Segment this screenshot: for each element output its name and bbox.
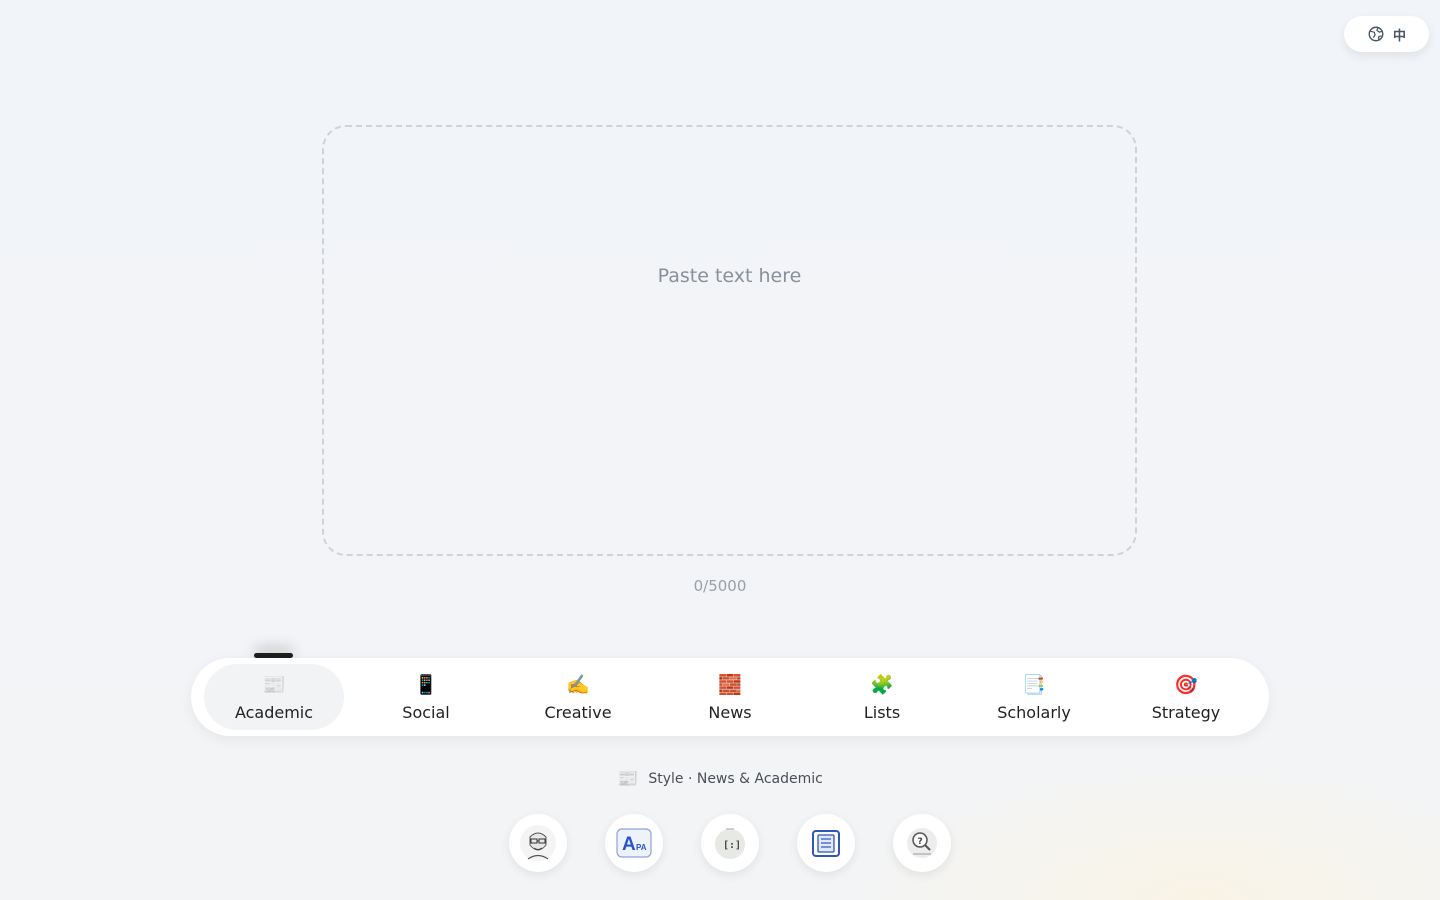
mobile-phone-icon: 📱 — [414, 673, 438, 696]
style-caption-text: Style · News & Academic — [648, 771, 823, 787]
svg-text:?: ? — [918, 837, 923, 847]
newspaper-icon: 📰 — [262, 673, 286, 696]
globe-icon — [1368, 26, 1384, 42]
language-label: 中 — [1392, 28, 1406, 44]
language-toggle-button[interactable]: 中 — [1344, 16, 1429, 52]
character-count: 0/5000 — [693, 577, 747, 595]
bracket-icon: [:] — [715, 828, 745, 859]
preset-research-button[interactable]: ? — [893, 814, 951, 872]
bookmark-tabs-icon: 📑 — [1022, 673, 1046, 696]
document-icon — [812, 830, 840, 857]
svg-text:PA: PA — [636, 843, 647, 852]
tab-social[interactable]: 📱 Social — [356, 664, 496, 730]
tab-label: Lists — [863, 702, 901, 722]
preset-apa-button[interactable]: A PA — [605, 814, 663, 872]
tab-lists[interactable]: 🧩 Lists — [812, 664, 952, 730]
paste-placeholder: Paste text here — [657, 265, 802, 287]
brick-icon: 🧱 — [718, 673, 742, 696]
preset-bracket-button[interactable]: [:] — [701, 814, 759, 872]
tab-label: Academic — [234, 702, 314, 722]
tab-scholarly[interactable]: 📑 Scholarly — [964, 664, 1104, 730]
portrait-sketch-icon — [520, 825, 556, 861]
newspaper-icon: 📰 — [617, 769, 639, 789]
tab-strategy[interactable]: 🎯 Strategy — [1116, 664, 1256, 730]
style-category-bar: 📰 Academic 📱 Social ✍️ Creative 🧱 News 🧩… — [191, 658, 1269, 736]
tab-label: Social — [402, 702, 450, 722]
magnifier-question-icon: ? — [907, 828, 937, 858]
target-icon: 🎯 — [1174, 673, 1198, 696]
puzzle-icon: 🧩 — [870, 673, 894, 696]
tab-news[interactable]: 🧱 News — [660, 664, 800, 730]
svg-text:[:]: [:] — [723, 840, 741, 851]
tab-label: Strategy — [1151, 702, 1221, 722]
preset-document-button[interactable] — [797, 814, 855, 872]
tab-label: Creative — [544, 702, 612, 722]
style-presets: A PA [:] ? — [0, 814, 1440, 872]
preset-portrait-button[interactable] — [509, 814, 567, 872]
tab-creative[interactable]: ✍️ Creative — [508, 664, 648, 730]
apa-icon: A PA — [616, 828, 652, 858]
paste-text-area[interactable]: Paste text here — [322, 125, 1137, 556]
tab-academic[interactable]: 📰 Academic — [204, 664, 344, 730]
style-caption: 📰 Style · News & Academic — [0, 769, 1440, 789]
svg-text:A: A — [622, 834, 636, 855]
tab-label: Scholarly — [997, 702, 1071, 722]
tab-label: News — [708, 702, 752, 722]
writing-hand-icon: ✍️ — [566, 673, 590, 696]
